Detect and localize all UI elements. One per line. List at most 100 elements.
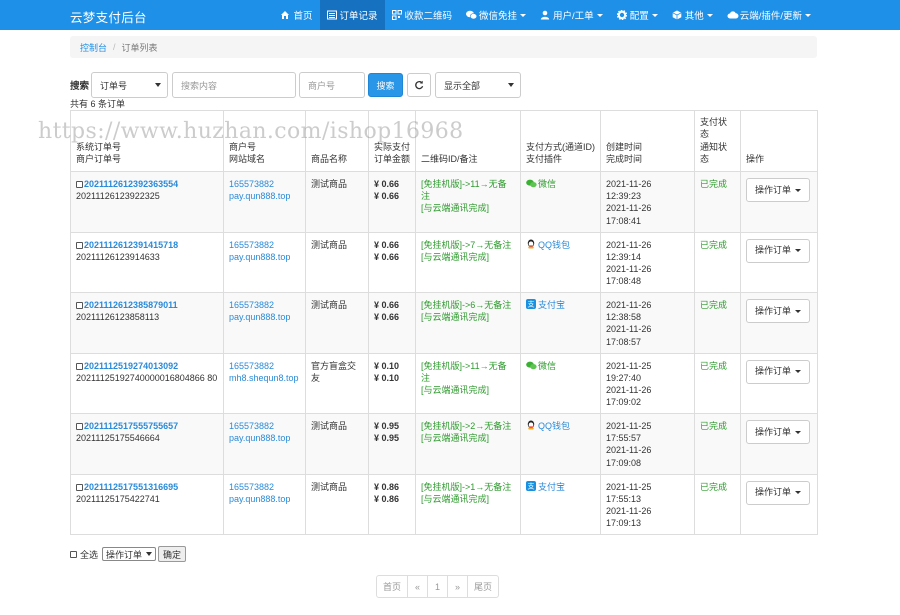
create-time: 12:39:23 (606, 191, 642, 202)
amount-cell: ¥ 0.66 ¥ 0.66 (368, 231, 416, 293)
qrcode-remark-cell: [免挂机版]->11→无备注 [与云端通讯完成] (415, 352, 521, 414)
amount-cell: ¥ 0.66 ¥ 0.66 (368, 292, 416, 354)
row-checkbox[interactable] (76, 423, 83, 430)
nav-item-1[interactable]: 首页 (273, 0, 319, 30)
order-actions-dropdown-button[interactable]: 操作订单 (746, 480, 811, 505)
nav-item-5[interactable]: 用户/工单 (533, 0, 610, 30)
create-time: 12:39:14 (606, 251, 642, 262)
status-filter-select[interactable]: 显示全部 (435, 72, 521, 98)
table-row: 2021112519274013092 202111251927400000168… (70, 352, 818, 414)
merchant-id-link[interactable]: 165573882 (229, 300, 274, 310)
actual-paid: ¥ 0.95 (374, 421, 400, 431)
site-domain-link[interactable]: mh8.shequn8.top (229, 373, 299, 383)
bulk-action-select[interactable]: 操作订单 (102, 547, 157, 561)
pager-item-2[interactable]: « (407, 575, 428, 598)
column-header-text: 支付插件 (526, 153, 563, 164)
refresh-button[interactable] (407, 73, 431, 97)
complete-date: 2021-11-26 (606, 384, 652, 395)
qrcode-remark-cell: [免挂机版]->1→无备注 [与云端通讯完成] (415, 473, 521, 535)
product-name-cell: 官方盲盒交友 (305, 352, 369, 414)
site-domain-link[interactable]: pay.qun888.top (229, 433, 290, 443)
chevron-down-icon (508, 83, 514, 87)
status-badge: 已完成 (700, 421, 728, 431)
system-order-link[interactable]: 2021112517555755657 (84, 421, 178, 431)
row-checkbox[interactable] (76, 483, 83, 491)
pager-item-1[interactable]: 首页 (376, 575, 408, 598)
wechat-icon (466, 10, 478, 20)
merchant-id-link[interactable]: 165573882 (229, 482, 274, 492)
order-actions-dropdown-button[interactable]: 操作订单 (746, 420, 811, 444)
nav-item-6[interactable]: 配置 (610, 0, 665, 30)
product-name: 官方盲盒交友 (311, 360, 357, 383)
system-order-link[interactable]: 2021112519274013092 (84, 361, 178, 371)
site-domain-link[interactable]: pay.qun888.top (229, 312, 290, 322)
site-domain-link[interactable]: pay.qun888.top (229, 494, 290, 504)
brand-title[interactable]: 云梦支付后台 (70, 7, 147, 26)
gear-icon (616, 9, 627, 21)
merchant-id-input[interactable]: 商户号 (299, 72, 365, 98)
site-domain-link[interactable]: pay.qun888.top (229, 191, 290, 201)
merchant-id-link[interactable]: 165573882 (229, 240, 274, 250)
nav-item-2[interactable]: 订单记录 (319, 0, 385, 30)
row-checkbox[interactable] (76, 362, 83, 370)
column-header-text: 支付状态 (700, 117, 728, 140)
breadcrumb-separator: / (113, 42, 116, 52)
system-order-link[interactable]: 2021112612391415718 (84, 240, 178, 250)
product-name: 测试商品 (311, 179, 348, 189)
row-checkbox[interactable] (76, 181, 83, 188)
create-date: 2021-11-25 (606, 421, 652, 431)
order-actions-dropdown-button[interactable]: 操作订单 (746, 299, 811, 323)
search-button[interactable]: 搜索 (368, 73, 403, 97)
column-header-text: 商户订单号 (76, 153, 122, 164)
payment-method-cell: QQ钱包 (520, 413, 601, 475)
row-checkbox[interactable] (76, 241, 83, 249)
complete-time: 17:08:57 (606, 336, 642, 347)
pager-item-3[interactable]: 1 (427, 575, 448, 598)
svg-text:支: 支 (528, 481, 535, 490)
bulk-confirm-button[interactable]: 确定 (158, 546, 187, 562)
search-keyword-input[interactable]: 搜索内容 (172, 72, 296, 98)
create-time: 17:55:57 (606, 433, 642, 444)
nav-item-8[interactable]: 云端/插件/更新 (720, 0, 818, 30)
qrcode-remark-cell: [免挂机版]->6→无备注 [与云端通讯完成] (415, 292, 521, 354)
merchant-order-number: 20211125175546664 (76, 433, 160, 444)
merchant-id-link[interactable]: 165573882 (229, 361, 274, 371)
order-actions-dropdown-button[interactable]: 操作订单 (746, 178, 811, 202)
breadcrumb-current: 订单列表 (121, 42, 158, 53)
column-header-text: 完成时间 (606, 153, 643, 164)
amount-cell: ¥ 0.95 ¥ 0.95 (368, 413, 416, 475)
order-actions-dropdown-button[interactable]: 操作订单 (746, 359, 811, 384)
nav-item-7[interactable]: 其他 (665, 0, 720, 30)
pager-item-4[interactable]: » (447, 575, 468, 598)
breadcrumb-home-link[interactable]: 控制台 (80, 41, 107, 54)
system-order-link[interactable]: 2021112612392363554 (84, 179, 178, 189)
chevron-down-icon (146, 552, 153, 556)
merchant-order-number: 20211125175422741 (76, 493, 160, 504)
amount-cell: ¥ 0.10 ¥ 0.10 (368, 352, 416, 414)
create-time: 19:27:40 (606, 372, 642, 383)
column-header-text: 创建时间 (606, 141, 643, 152)
qrcode-remark: [免挂机版]->2→无备注 (421, 421, 512, 431)
order-number-cell: 2021112612391415718 20211126123914633 (70, 231, 224, 293)
row-checkbox[interactable] (76, 302, 83, 309)
payment-method-label: QQ钱包 (538, 239, 571, 250)
payment-method-cell: 微信 (520, 171, 601, 233)
complete-date: 2021-11-26 (606, 203, 652, 214)
merchant-id-link[interactable]: 165573882 (229, 179, 274, 189)
complete-date: 2021-11-26 (606, 445, 652, 456)
select-all-checkbox[interactable] (70, 550, 77, 558)
merchant-id-link[interactable]: 165573882 (229, 421, 274, 431)
nav-item-3[interactable]: 收款二维码 (385, 0, 460, 30)
merchant-cell: 165573882 pay.qun888.top (223, 413, 306, 475)
refresh-icon (415, 80, 424, 90)
nav-item-4[interactable]: 微信免挂 (459, 0, 533, 30)
search-field-select[interactable]: 订单号 (91, 72, 168, 98)
pager-item-5[interactable]: 尾页 (467, 575, 499, 598)
order-actions-dropdown-button[interactable]: 操作订单 (746, 238, 811, 263)
create-date: 2021-11-25 (606, 481, 652, 492)
status-cell: 已完成 (694, 413, 741, 475)
system-order-link[interactable]: 2021112612385879011 (84, 300, 178, 310)
site-domain-link[interactable]: pay.qun888.top (229, 252, 290, 262)
caret-down-icon (805, 13, 811, 17)
system-order-link[interactable]: 2021112517551316695 (84, 482, 178, 492)
